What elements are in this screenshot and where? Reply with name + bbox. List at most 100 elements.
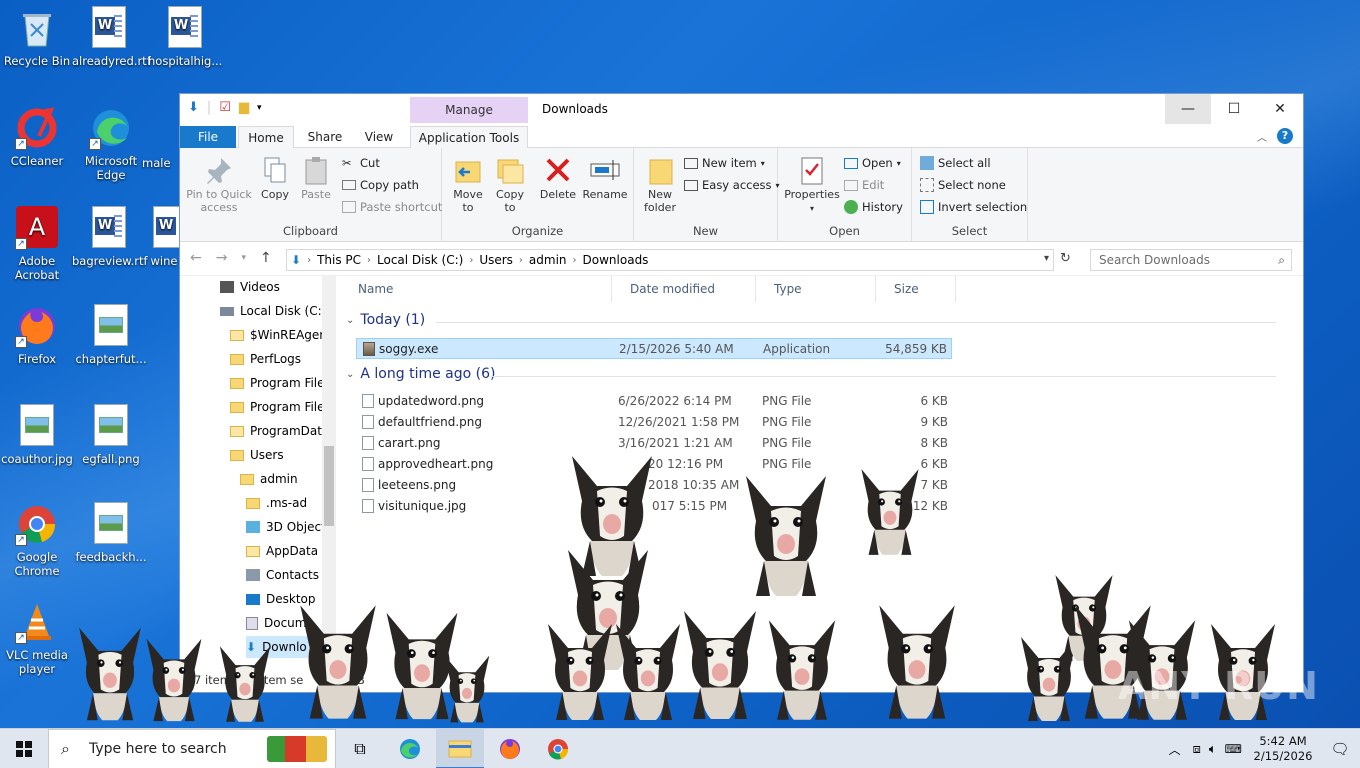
nav-item-videos[interactable]: Videos [220, 276, 280, 298]
breadcrumb-local-disk[interactable]: Local Disk (C:) [377, 253, 463, 267]
scrollbar-thumb[interactable] [324, 446, 334, 526]
breadcrumb-this-pc[interactable]: This PC [317, 253, 361, 267]
properties-button[interactable]: Properties ▾ [784, 154, 840, 215]
taskbar-edge-button[interactable] [386, 729, 434, 768]
desktop-icon-coauthor[interactable]: coauthor.jpg [0, 404, 74, 466]
network-icon[interactable]: ⧈ [1193, 742, 1201, 757]
language-icon[interactable]: ⌨︎ [1225, 742, 1242, 756]
chevron-up-icon[interactable]: ︿ [1169, 741, 1181, 758]
desktop-icon-male[interactable]: male [142, 156, 182, 170]
manage-tab[interactable]: Manage [410, 97, 528, 123]
address-bar[interactable]: ⬇ › This PC › Local Disk (C:) › Users › … [286, 249, 1054, 271]
taskbar-clock[interactable]: 5:42 AM 2/15/2026 [1246, 734, 1320, 764]
open-button[interactable]: Open ▾ [844, 156, 901, 170]
chevron-down-icon[interactable]: ▾ [257, 103, 262, 113]
copy-button[interactable]: Copy [258, 154, 292, 201]
tab-home[interactable]: Home [238, 126, 294, 148]
tab-view[interactable]: View [356, 126, 402, 148]
desktop-icon-chapterfut[interactable]: chapterfut... [74, 304, 148, 366]
taskbar-search-input[interactable]: ⌕ Type here to search [48, 729, 336, 768]
paste-shortcut-button[interactable]: Paste shortcut [342, 200, 442, 214]
group-header-long-ago[interactable]: ⌄ A long time ago (6) [346, 366, 495, 382]
nav-item-programdata[interactable]: ProgramData [230, 420, 329, 442]
edit-button[interactable]: Edit [844, 178, 884, 192]
nav-item-program-files[interactable]: Program Files [230, 372, 331, 394]
title-bar[interactable]: ⬇ | ☑ ▆ ▾ Manage Downloads — ☐ ✕ [180, 94, 1303, 124]
nav-item-3d-objects[interactable]: 3D Objects [246, 516, 332, 538]
back-arrow-icon[interactable]: ← [190, 250, 202, 266]
new-item-button[interactable]: New item ▾ [684, 156, 765, 170]
column-header-date-modified[interactable]: Date modified [612, 276, 756, 302]
nav-item-program-files-x86[interactable]: Program Files [230, 396, 331, 418]
desktop-icon-hospitalhig[interactable]: W hospitalhig... [148, 6, 222, 68]
pin-to-quick-access-button[interactable]: Pin to Quick access [186, 154, 252, 214]
taskbar-chrome-button[interactable] [534, 729, 582, 768]
column-header-size[interactable]: Size [876, 276, 956, 302]
desktop-icon-alreadyred[interactable]: W alreadyred.rtf [72, 6, 151, 68]
tab-file[interactable]: File [180, 126, 236, 148]
nav-item-admin[interactable]: admin [240, 468, 298, 490]
maximize-button[interactable]: ☐ [1211, 94, 1257, 124]
copy-to-button[interactable]: Copy to [492, 154, 528, 214]
taskbar-firefox-button[interactable] [486, 729, 534, 768]
group-header-today[interactable]: ⌄ Today (1) [346, 312, 425, 328]
desktop-icon-wine[interactable]: W wine [148, 206, 180, 268]
close-button[interactable]: ✕ [1257, 94, 1303, 124]
nav-item-ms-ad[interactable]: .ms-ad [246, 492, 307, 514]
refresh-icon[interactable]: ↻ [1060, 251, 1071, 266]
table-row[interactable]: updatedword.png 6/26/2022 6:14 PM PNG Fi… [356, 391, 952, 412]
invert-selection-button[interactable]: Invert selection [920, 200, 1027, 214]
task-view-button[interactable]: ⧉ [336, 729, 384, 768]
table-row[interactable]: defaultfriend.png 12/26/2021 1:58 PM PNG… [356, 412, 952, 433]
search-input[interactable]: Search Downloads ⌕ [1090, 249, 1292, 271]
minimize-button[interactable]: — [1165, 94, 1211, 124]
notification-icon[interactable]: 🗨︎ [1320, 740, 1360, 758]
down-arrow-icon[interactable]: ⬇ [188, 100, 199, 115]
volume-icon[interactable]: 🔈︎ [1209, 742, 1217, 757]
desktop-icon-acrobat[interactable]: A ↗ Adobe Acrobat [0, 206, 74, 282]
desktop-icon-recycle-bin[interactable]: Recycle Bin [0, 6, 74, 68]
nav-item-perflogs[interactable]: PerfLogs [230, 348, 301, 370]
select-all-button[interactable]: Select all [920, 156, 991, 170]
delete-button[interactable]: Delete [538, 154, 578, 201]
nav-item-winreagent[interactable]: $WinREAgent [230, 324, 332, 346]
forward-arrow-icon[interactable]: → [216, 250, 228, 266]
rename-button[interactable]: Rename [582, 154, 628, 201]
up-arrow-icon[interactable]: ↑ [260, 250, 272, 266]
start-button[interactable] [0, 729, 48, 768]
desktop-icon-vlc[interactable]: ↗ VLC media player [0, 600, 74, 676]
desktop-icon-egfall[interactable]: egfall.png [74, 404, 148, 466]
collapse-ribbon-icon[interactable]: ︿ [1257, 129, 1267, 144]
nav-item-users[interactable]: Users [230, 444, 284, 466]
breadcrumb-downloads[interactable]: Downloads [583, 253, 649, 267]
desktop-icon-chrome[interactable]: ↗ Google Chrome [0, 502, 74, 578]
nav-item-local-disk[interactable]: Local Disk (C:) [220, 300, 326, 322]
chevron-down-icon[interactable]: ▾ [1044, 253, 1049, 264]
desktop-icon-firefox[interactable]: ↗ Firefox [0, 304, 74, 366]
nav-item-contacts[interactable]: Contacts [246, 564, 319, 586]
nav-item-appdata[interactable]: AppData [246, 540, 318, 562]
column-header-type[interactable]: Type [756, 276, 876, 302]
taskbar-file-explorer-button[interactable] [436, 729, 484, 768]
breadcrumb-users[interactable]: Users [479, 253, 513, 267]
help-icon[interactable]: ? [1277, 128, 1293, 144]
desktop-icon-feedbackh[interactable]: feedbackh... [74, 502, 148, 564]
breadcrumb-admin[interactable]: admin [529, 253, 567, 267]
chevron-down-icon[interactable]: ▾ [241, 253, 246, 266]
cut-button[interactable]: ✂ Cut [342, 156, 380, 170]
easy-access-button[interactable]: Easy access ▾ [684, 178, 780, 192]
table-row[interactable]: soggy.exe 2/15/2026 5:40 AM Application … [356, 338, 952, 359]
desktop-icon-ccleaner[interactable]: ↗ CCleaner [0, 106, 74, 168]
history-button[interactable]: History [844, 200, 903, 214]
new-folder-icon[interactable]: ▆ [239, 100, 249, 115]
tab-share[interactable]: Share [300, 126, 350, 148]
desktop-icon-edge[interactable]: ↗ Microsoft Edge [74, 106, 148, 182]
column-header-name[interactable]: Name [340, 276, 612, 302]
copy-path-button[interactable]: Copy path [342, 178, 419, 192]
properties-icon[interactable]: ☑ [219, 100, 231, 115]
new-folder-button[interactable]: New folder [640, 154, 680, 214]
paste-button[interactable]: Paste [298, 154, 334, 201]
desktop-icon-bagreview[interactable]: W bagreview.rtf [72, 206, 148, 268]
tab-application-tools[interactable]: Application Tools [410, 126, 528, 148]
select-none-button[interactable]: Select none [920, 178, 1006, 192]
